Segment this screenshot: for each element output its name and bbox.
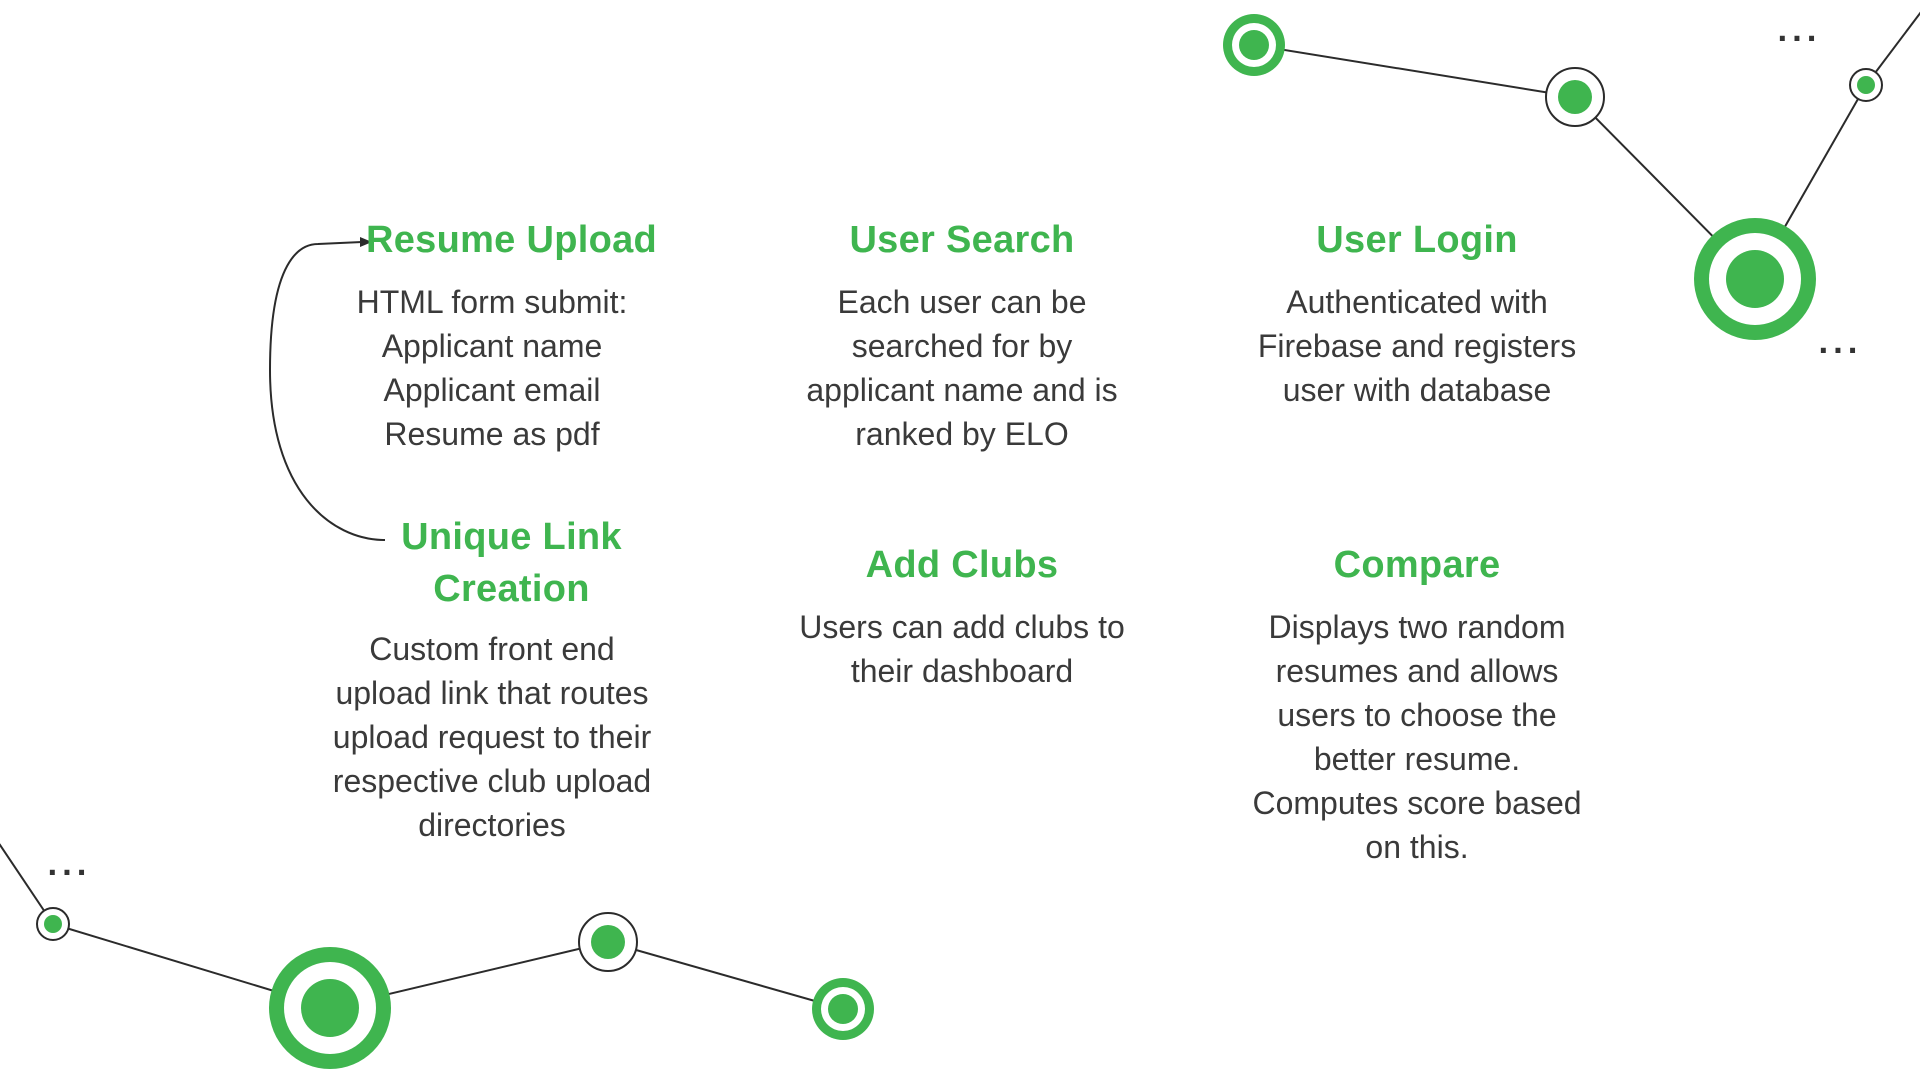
network-node-bottom-mid: [578, 912, 638, 972]
ellipsis-top-right: ...: [1777, 15, 1821, 48]
feature-compare: Compare Displays two random resumes and …: [1227, 539, 1607, 869]
network-node-bottom-right: [812, 978, 874, 1040]
feature-unique-link-creation: Unique Link Creation Custom front end up…: [330, 511, 690, 847]
feature-description: Custom front end upload link that routes…: [332, 631, 652, 843]
network-edge: [1253, 44, 1576, 98]
network-node-top-large: [1694, 218, 1816, 340]
feature-title: User Search: [849, 219, 1075, 261]
network-node-top-left: [1223, 14, 1285, 76]
feature-resume-upload: Resume Upload HTML form submit: Applican…: [330, 214, 690, 456]
feature-description: HTML form submit: Applicant name Applica…: [356, 284, 628, 452]
network-node-bottom-small: [36, 907, 70, 941]
feature-add-clubs: Add Clubs Users can add clubs to their d…: [772, 539, 1152, 693]
network-edge: [607, 941, 844, 1010]
feature-description: Authenticated with Firebase and register…: [1257, 284, 1577, 408]
feature-user-search: User Search Each user can be searched fo…: [772, 214, 1152, 456]
ellipsis-bottom-left: ...: [47, 849, 91, 882]
feature-title: Resume Upload: [365, 219, 658, 261]
feature-description: Each user can be searched for by applica…: [806, 284, 1118, 452]
feature-title: Compare: [1333, 544, 1501, 586]
feature-title: Add Clubs: [865, 544, 1059, 586]
feature-user-login: User Login Authenticated with Firebase a…: [1227, 214, 1607, 412]
slide-canvas: ... ... ... Resume Upload HTML form subm…: [0, 0, 1920, 1080]
network-node-bottom-large: [269, 947, 391, 1069]
network-node-top-mid: [1545, 67, 1605, 127]
feature-description: Users can add clubs to their dashboard: [799, 609, 1125, 689]
ellipsis-right: ...: [1818, 327, 1862, 360]
feature-title: Unique Link Creation: [401, 516, 622, 610]
network-node-top-right-small: [1849, 68, 1883, 102]
feature-description: Displays two random resumes and allows u…: [1252, 609, 1582, 865]
feature-title: User Login: [1316, 219, 1518, 261]
